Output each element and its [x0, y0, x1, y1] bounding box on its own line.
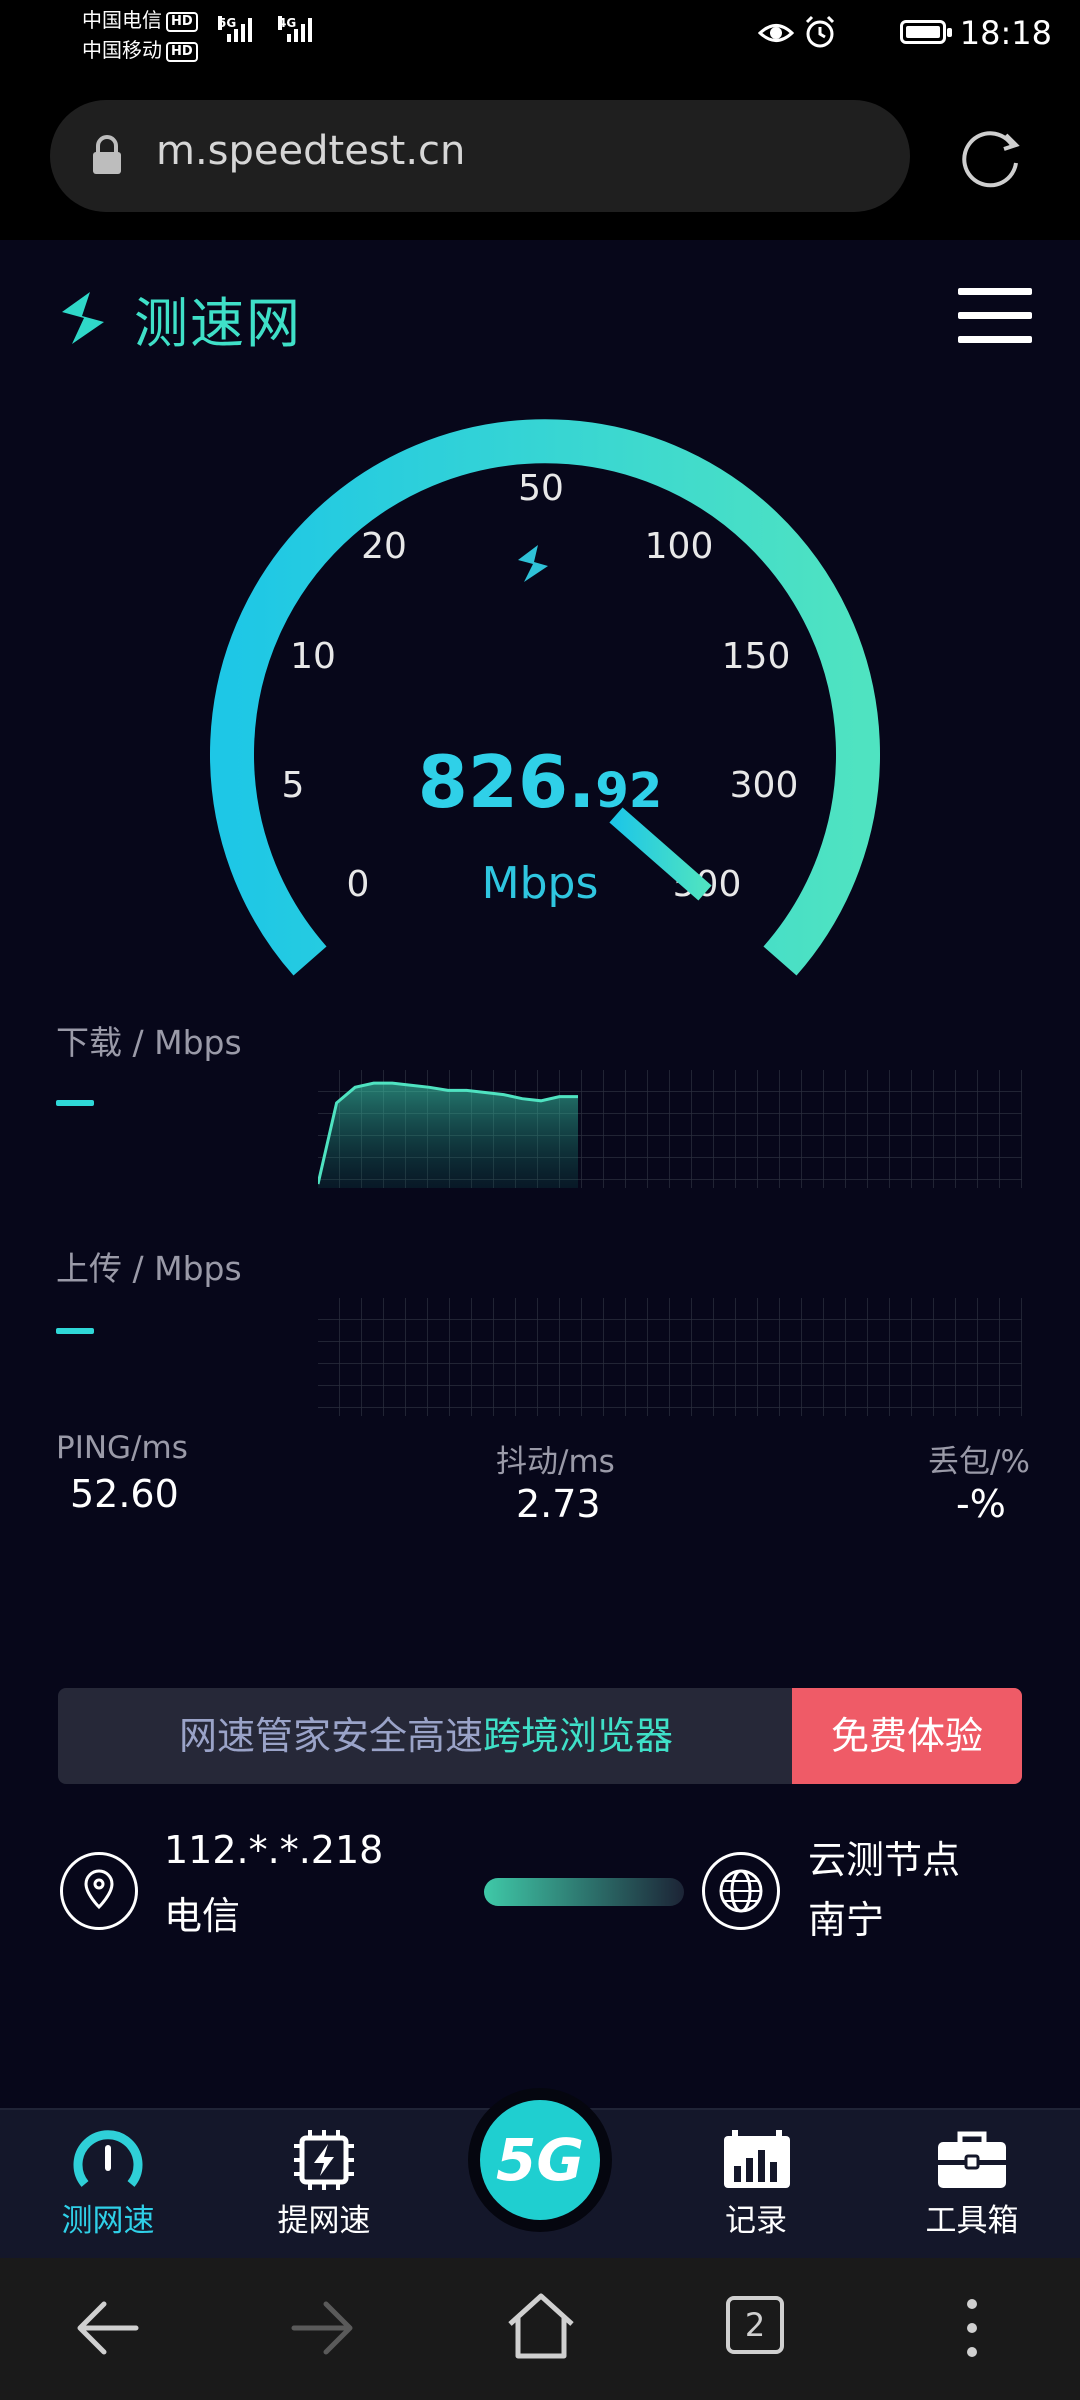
download-chart: [318, 1070, 1022, 1188]
upload-chart: [318, 1298, 1022, 1416]
battery-icon: [900, 20, 952, 44]
more-options-icon[interactable]: [962, 2296, 982, 2360]
logo-icon: [62, 292, 104, 344]
hd-badge-1: HD: [166, 11, 198, 32]
nav-toolbox-label: 工具箱: [925, 2203, 1019, 2239]
nav-speedtest-label: 测网速: [61, 2203, 155, 2239]
carrier-2-label: 中国移动: [82, 38, 162, 62]
menu-bar-3: [958, 336, 1032, 343]
carrier-1: 中国电信 HD: [82, 8, 198, 32]
jitter-value: 2.73: [516, 1482, 601, 1526]
connection-bar: [484, 1878, 684, 1906]
net-4g-label: 4G: [278, 16, 297, 30]
nav-speedtest[interactable]: 测网速: [18, 2120, 198, 2250]
hd-badge-2: HD: [166, 41, 198, 62]
location-pin-icon: [84, 1869, 114, 1910]
url-text[interactable]: m.speedtest.cn: [156, 128, 465, 174]
tick-label: 20: [361, 526, 407, 567]
reload-button[interactable]: [960, 125, 1024, 189]
net-5g-label: 5G: [218, 16, 237, 30]
speedometer-icon: [73, 2130, 143, 2187]
alarm-icon: [805, 15, 835, 48]
menu-bar-2: [958, 312, 1032, 319]
promo-text[interactable]: 网速管家安全高速跨境浏览器: [58, 1688, 794, 1784]
promo-text-plain: 网速管家安全高速: [178, 1714, 483, 1758]
promo-banner[interactable]: 网速管家安全高速跨境浏览器 免费体验: [58, 1688, 1022, 1784]
client-isp: 电信: [164, 1894, 241, 1938]
5g-icon: 5G: [480, 2100, 600, 2220]
carrier-2: 中国移动 HD: [82, 38, 198, 62]
tick-label: 100: [645, 526, 714, 567]
nav-boost[interactable]: 提网速: [234, 2120, 414, 2250]
carrier-1-label: 中国电信: [82, 8, 162, 32]
menu-bar-1: [958, 288, 1032, 295]
server-title[interactable]: 云测节点: [808, 1828, 960, 1892]
globe-icon: [719, 1869, 763, 1913]
lock-icon: [93, 135, 121, 174]
signal-4g-icon: 4G: [272, 16, 312, 42]
download-value-dash: [56, 1100, 94, 1106]
forward-arrow-icon[interactable]: [290, 2296, 356, 2360]
location-icon: [60, 1852, 138, 1930]
upload-value-dash: [56, 1328, 94, 1334]
speed-unit: Mbps: [481, 858, 599, 909]
nav-records[interactable]: 记录: [666, 2120, 846, 2250]
speed-value: 826.92: [290, 740, 790, 824]
site-logo[interactable]: 测速网: [50, 285, 302, 355]
eye-icon: [758, 24, 794, 42]
bar-chart-icon: [724, 2130, 790, 2188]
gauge-logo-icon: [518, 545, 548, 582]
upload-grid: [318, 1298, 1022, 1416]
status-bar: 中国电信 HD 中国移动 HD 5G 4G 18:18: [0, 0, 1080, 80]
back-arrow-icon[interactable]: [74, 2296, 140, 2360]
jitter-label: 抖动/ms: [496, 1444, 615, 1480]
server-globe-icon: [702, 1852, 780, 1930]
promo-text-highlight: 跨境浏览器: [483, 1714, 674, 1758]
download-label: 下载 / Mbps: [56, 1023, 242, 1062]
packet-loss-label: 丢包/%: [928, 1444, 1030, 1480]
home-icon[interactable]: [504, 2290, 578, 2362]
tick-label: 10: [290, 636, 336, 677]
tabs-button[interactable]: 2: [726, 2296, 784, 2354]
tick-label: 150: [722, 636, 791, 677]
server-city[interactable]: 南宁: [808, 1888, 884, 1952]
packet-loss-value: -%: [956, 1482, 1006, 1526]
signal-5g-icon: 5G: [212, 16, 252, 42]
menu-button[interactable]: [958, 288, 1032, 344]
free-trial-button[interactable]: 免费体验: [792, 1688, 1022, 1784]
nav-records-label: 记录: [725, 2203, 787, 2239]
chip-bolt-icon: [294, 2130, 354, 2190]
nav-boost-label: 提网速: [277, 2203, 371, 2239]
site-name: 测速网: [134, 291, 302, 355]
speed-decimal: 92: [595, 763, 663, 819]
upload-label: 上传 / Mbps: [56, 1249, 242, 1288]
tick-label: 50: [518, 468, 564, 509]
nav-5g-button[interactable]: 5G: [468, 2088, 612, 2232]
nav-toolbox[interactable]: 工具箱: [882, 2120, 1062, 2250]
clock: 18:18: [959, 14, 1052, 52]
ping-label: PING/ms: [56, 1430, 188, 1466]
speed-integer: 826.: [417, 740, 596, 824]
client-ip: 112.*.*.218: [164, 1828, 384, 1872]
ping-value: 52.60: [70, 1472, 179, 1516]
toolbox-icon: [938, 2131, 1006, 2188]
